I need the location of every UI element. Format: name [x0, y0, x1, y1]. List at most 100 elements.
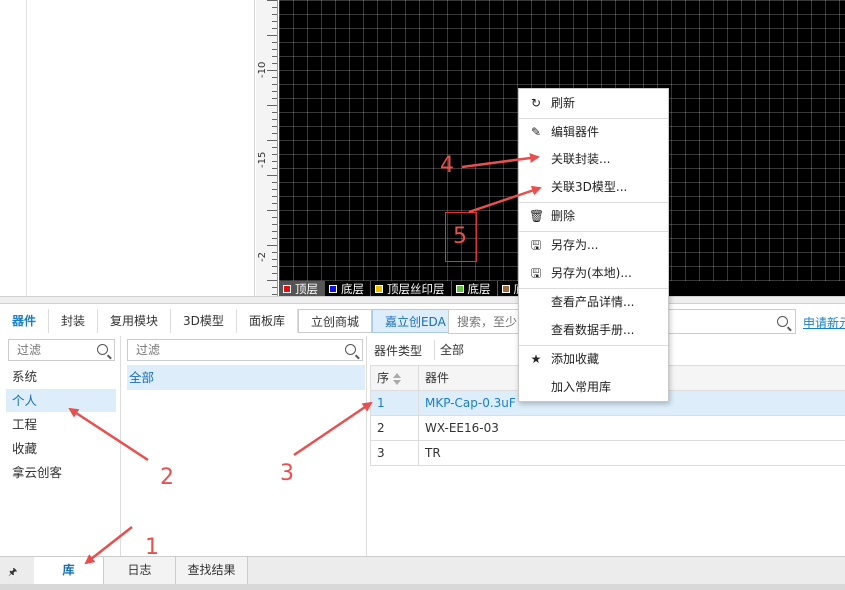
ruler-tick [272, 133, 277, 134]
ruler-tick [272, 126, 277, 127]
row-component-name: WX-EE16-03 [425, 421, 499, 435]
ruler-tick [267, 245, 277, 246]
sort-icon[interactable] [393, 372, 402, 385]
search-icon[interactable] [345, 344, 356, 355]
save-icon: 🖫 [530, 266, 542, 280]
ruler-tick [272, 273, 277, 274]
category-item[interactable]: 收藏 [6, 437, 116, 460]
menu-item-add-common-library[interactable]: 加入常用库 [519, 374, 668, 401]
ruler-tick [272, 91, 277, 92]
tab-jlc-eda[interactable]: 嘉立创EDA [371, 309, 459, 333]
ruler-label: -10 [257, 61, 268, 78]
ruler-tick [272, 84, 277, 85]
table-row[interactable]: 2 WX-EE16-03 [370, 416, 845, 441]
component-type-select[interactable]: 全部 [434, 340, 524, 360]
ruler-tick [272, 49, 277, 50]
layer-label: 底层 [341, 282, 364, 296]
bottom-tab-find-results[interactable]: 查找结果 [176, 557, 248, 584]
table-body: 1 MKP-Cap-0.3uF 2 WX-EE16-03 3 TR [370, 391, 845, 466]
ruler-tick [272, 119, 277, 120]
row-index: 3 [370, 441, 419, 465]
ruler-tick [267, 70, 277, 71]
ruler-tick [272, 252, 277, 253]
menu-item-delete[interactable]: 🗑 删除 [519, 203, 668, 230]
search-icon[interactable] [777, 316, 788, 327]
ruler-tick [267, 210, 277, 211]
category-item[interactable]: 系统 [6, 365, 116, 388]
category-column: 系统个人工程收藏拿云创客 [0, 336, 121, 556]
ruler-tick [272, 196, 277, 197]
ruler-tick [267, 105, 277, 106]
tab-reuse-module[interactable]: 复用模块 [98, 309, 172, 333]
layer-color-swatch [283, 285, 291, 293]
layer-label: 顶层 [295, 282, 318, 296]
ruler-tick [272, 203, 277, 204]
menu-item-edit-component[interactable]: ✎ 编辑器件 [519, 119, 668, 146]
ruler-tick [272, 112, 277, 113]
ruler-tick [272, 147, 277, 148]
layer-color-swatch [329, 285, 337, 293]
category-filter [8, 339, 115, 361]
menu-item-save-as-local[interactable]: 🖫 另存为(本地)... [519, 260, 668, 287]
pin-icon[interactable]: 🖈 [8, 565, 17, 582]
ruler-tick [272, 294, 277, 295]
menu-item-link-footprint[interactable]: 关联封装... [519, 146, 668, 173]
ruler-tick [272, 28, 277, 29]
ruler-tick [272, 7, 277, 8]
layer-tab[interactable]: 顶层 [279, 281, 325, 297]
layer-tab[interactable]: 底层 [452, 281, 498, 297]
search-icon[interactable] [97, 344, 108, 355]
layer-tab[interactable]: 顶层丝印层 [371, 281, 452, 297]
menu-item-product-details[interactable]: 查看产品详情... [519, 289, 668, 316]
header-index[interactable]: 序 [370, 366, 419, 390]
row-index: 1 [370, 391, 419, 415]
save-icon: 🖫 [530, 238, 542, 252]
layer-color-swatch [375, 285, 383, 293]
tab-footprint[interactable]: 封装 [49, 309, 99, 333]
menu-item-save-as[interactable]: 🖫 另存为... [519, 232, 668, 259]
annotation-number-2: 2 [160, 465, 174, 490]
ruler-tick [272, 42, 277, 43]
tab-lcsc-mall[interactable]: 立创商城 [297, 309, 372, 333]
layer-color-swatch [455, 285, 464, 293]
refresh-icon: ↻ [530, 96, 542, 110]
annotation-number-1: 1 [145, 535, 159, 560]
menu-item-link-3d-model[interactable]: 关联3D模型... [519, 174, 668, 201]
category-item[interactable]: 拿云创客 [6, 461, 116, 484]
menu-item-refresh[interactable]: ↻ 刷新 [519, 90, 668, 117]
ruler-tick [272, 14, 277, 15]
ruler-tick [267, 0, 277, 1]
subcategory-column: 全部 [121, 336, 367, 556]
eda-window: -10-15-2 顶层底层顶层丝印层底层底层阻焊层顶层锡膏层 器件 封装 复用模… [0, 0, 845, 590]
ruler-tick [272, 231, 277, 232]
ruler-tick [272, 63, 277, 64]
category-filter-input[interactable] [9, 340, 93, 360]
menu-item-datasheet[interactable]: 查看数据手册... [519, 317, 668, 344]
row-index: 2 [370, 416, 419, 440]
ruler-tick [272, 259, 277, 260]
bottom-tab-log[interactable]: 日志 [104, 557, 176, 584]
tab-3d-model[interactable]: 3D模型 [171, 309, 237, 333]
tab-panel-library[interactable]: 面板库 [237, 309, 298, 333]
status-strip [0, 584, 845, 590]
layer-tab[interactable]: 底层 [325, 281, 371, 297]
ruler-tick [272, 287, 277, 288]
subcategory-filter-input[interactable] [128, 340, 316, 360]
annotation-number-3: 3 [280, 461, 294, 486]
category-item[interactable]: 工程 [6, 413, 116, 436]
menu-item-add-favorite[interactable]: ★ 添加收藏 [519, 346, 668, 373]
table-row[interactable]: 3 TR [370, 441, 845, 466]
annotation-number-5: 5 [453, 224, 467, 249]
annotation-number-4: 4 [440, 153, 454, 178]
category-item[interactable]: 个人 [6, 389, 116, 412]
panel-splitter[interactable] [0, 296, 845, 304]
ruler-tick [272, 238, 277, 239]
bottom-tab-library[interactable]: 库 [34, 557, 104, 584]
left-panel-divider [26, 0, 27, 296]
ruler-tick [272, 56, 277, 57]
tab-components[interactable]: 器件 [0, 309, 50, 333]
apply-new-component-link[interactable]: 申请新元 [803, 314, 845, 331]
subcategory-item-all[interactable]: 全部 [127, 365, 365, 390]
component-type-label: 器件类型 [374, 344, 423, 358]
ruler-tick [267, 280, 277, 281]
